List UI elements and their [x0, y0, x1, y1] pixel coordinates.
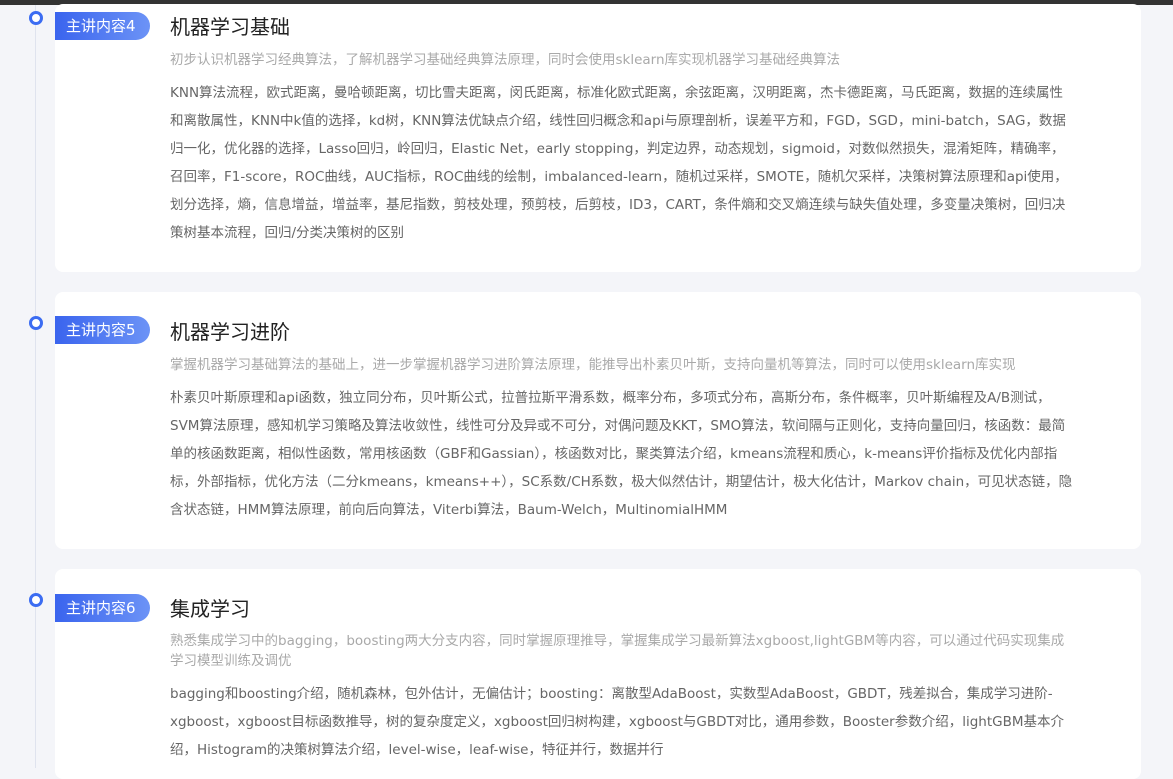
section-body: 朴素贝叶斯原理和api函数，独立同分布，贝叶斯公式，拉普拉斯平滑系数，概率分布，… [170, 390, 1073, 518]
timeline-dot-icon [29, 11, 43, 25]
section-body: KNN算法流程，欧式距离，曼哈顿距离，切比雪夫距离，闵氏距离，标准化欧式距离，余… [170, 85, 1068, 241]
section-subtitle: 熟悉集成学习中的bagging，boosting两大分支内容，同时掌握原理推导，… [170, 633, 1065, 669]
section-body: bagging和boosting介绍，随机森林，包外估计，无偏估计；boosti… [170, 686, 1065, 758]
section-subtitle: 掌握机器学习基础算法的基础上，进一步掌握机器学习进阶算法原理，能推导出朴素贝叶斯… [170, 357, 1016, 373]
timeline-dot-icon [29, 593, 43, 607]
section-title: 机器学习基础 [170, 15, 290, 39]
section-badge: 主讲内容6 [55, 594, 150, 622]
section-title: 机器学习进阶 [170, 320, 290, 344]
timeline-line [35, 5, 36, 768]
section-title: 集成学习 [170, 597, 250, 621]
course-section-card: 主讲内容4 机器学习基础 初步认识机器学习经典算法，了解机器学习基础经典算法原理… [55, 4, 1141, 272]
course-section-card: 主讲内容6 集成学习 熟悉集成学习中的bagging，boosting两大分支内… [55, 569, 1141, 779]
timeline-dot-icon [29, 316, 43, 330]
section-badge: 主讲内容4 [55, 12, 150, 40]
course-section-card: 主讲内容5 机器学习进阶 掌握机器学习基础算法的基础上，进一步掌握机器学习进阶算… [55, 292, 1141, 549]
section-subtitle: 初步认识机器学习经典算法，了解机器学习基础经典算法原理，同时会使用sklearn… [170, 52, 841, 68]
section-badge: 主讲内容5 [55, 316, 150, 344]
